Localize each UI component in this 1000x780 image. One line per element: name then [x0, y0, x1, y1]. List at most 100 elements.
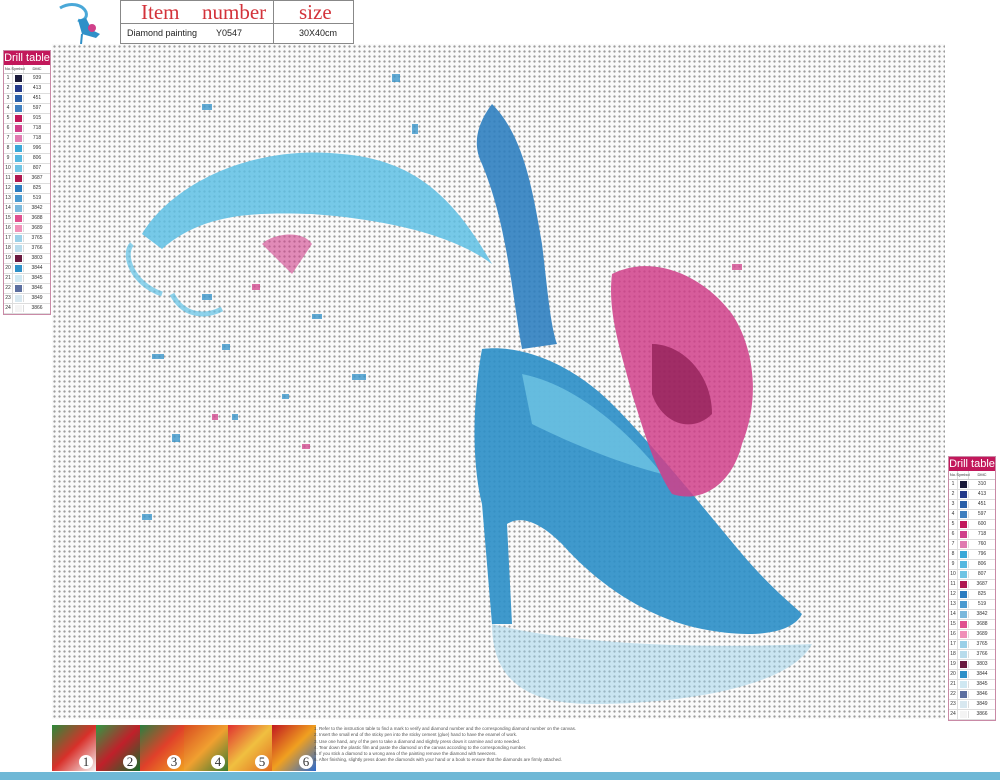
drill-code: 3766 — [31, 245, 43, 251]
drill-number: 3 — [949, 500, 958, 509]
drill-number: 22 — [4, 284, 13, 293]
drill-row: 5 600 — [949, 520, 995, 530]
drill-color-swatch-icon — [14, 305, 22, 312]
drill-code: 806 — [977, 561, 987, 567]
drill-symbol — [958, 531, 969, 538]
drill-color-swatch-icon — [14, 105, 22, 112]
drill-row: 8 796 — [949, 550, 995, 560]
drill-number: 22 — [949, 690, 958, 699]
drill-row: 7 760 — [949, 540, 995, 550]
drill-row: 12 825 — [4, 184, 50, 194]
size-value: 30X40cm — [299, 28, 338, 38]
drill-code: 3765 — [976, 641, 988, 647]
drill-number: 6 — [4, 124, 13, 133]
drill-code: 3845 — [976, 681, 988, 687]
drill-table-right: Drill table No. Symbol DMC 1 310 2 413 3 451 4… — [948, 456, 996, 721]
drill-row: 1 939 — [4, 74, 50, 84]
drill-symbol — [13, 285, 24, 292]
step-number: 2 — [123, 755, 137, 769]
drill-symbol — [958, 631, 969, 638]
step-number: 6 — [299, 755, 313, 769]
drill-code: 796 — [977, 551, 987, 557]
splash-curl — [125, 242, 224, 317]
drill-code: 451 — [32, 95, 42, 101]
drill-symbol — [13, 245, 24, 252]
drill-code: 3689 — [31, 225, 43, 231]
drill-symbol — [13, 225, 24, 232]
drill-color-swatch-icon — [14, 135, 22, 142]
drill-table-header: No. Symbol DMC — [4, 65, 50, 74]
drill-code: 3866 — [31, 305, 43, 311]
drill-color-swatch-icon — [14, 155, 22, 162]
drill-color-swatch-icon — [14, 175, 22, 182]
drill-code: 3866 — [976, 711, 988, 717]
splash-drops — [142, 74, 418, 520]
drill-row: 3 451 — [949, 500, 995, 510]
drill-color-swatch-icon — [959, 651, 967, 658]
drill-color-swatch-icon — [959, 531, 967, 538]
drill-number: 19 — [949, 660, 958, 669]
drill-symbol — [958, 501, 969, 508]
drill-row: 19 3803 — [949, 660, 995, 670]
drill-color-swatch-icon — [14, 165, 22, 172]
drill-row: 20 3844 — [4, 264, 50, 274]
drill-symbol — [958, 571, 969, 578]
drill-color-swatch-icon — [959, 601, 967, 608]
drill-number: 9 — [949, 560, 958, 569]
drill-symbol — [958, 481, 969, 488]
pink-splash — [262, 234, 312, 274]
drill-color-swatch-icon — [959, 641, 967, 648]
drill-color-swatch-icon — [14, 115, 22, 122]
drill-row: 17 3765 — [949, 640, 995, 650]
drill-color-swatch-icon — [14, 195, 22, 202]
drill-number: 20 — [4, 264, 13, 273]
drill-row: 7 718 — [4, 134, 50, 144]
drill-number: 4 — [4, 104, 13, 113]
drill-code: 939 — [32, 75, 42, 81]
drill-number: 11 — [949, 580, 958, 589]
drill-row: 21 3845 — [4, 274, 50, 284]
drill-row: 15 3688 — [4, 214, 50, 224]
drill-number: 17 — [4, 234, 13, 243]
drill-symbol — [958, 551, 969, 558]
drill-row: 4 597 — [949, 510, 995, 520]
drill-table-title: Drill table — [949, 457, 995, 471]
drill-number: 23 — [4, 294, 13, 303]
drill-color-swatch-icon — [14, 85, 22, 92]
drill-number: 20 — [949, 670, 958, 679]
drill-row: 11 3687 — [949, 580, 995, 590]
drill-code: 760 — [977, 541, 987, 547]
drill-row: 13 519 — [949, 600, 995, 610]
drill-number: 13 — [949, 600, 958, 609]
drill-number: 21 — [4, 274, 13, 283]
drill-number: 23 — [949, 700, 958, 709]
drill-row: 23 3849 — [949, 700, 995, 710]
drill-symbol — [13, 205, 24, 212]
drill-code: 3687 — [31, 175, 43, 181]
drill-color-swatch-icon — [14, 295, 22, 302]
drill-row: 11 3687 — [4, 174, 50, 184]
drill-symbol — [958, 561, 969, 568]
drill-symbol — [958, 591, 969, 598]
drill-number: 21 — [949, 680, 958, 689]
drill-row: 2 413 — [949, 490, 995, 500]
drill-row: 8 996 — [4, 144, 50, 154]
drill-row: 3 451 — [4, 94, 50, 104]
drill-code: 451 — [977, 501, 987, 507]
col-dmc: DMC — [32, 66, 42, 71]
drill-code: 718 — [977, 531, 987, 537]
drill-code: 3766 — [976, 651, 988, 657]
drill-number: 15 — [4, 214, 13, 223]
drill-color-swatch-icon — [14, 265, 22, 272]
drill-code: 825 — [32, 185, 42, 191]
drill-number: 4 — [949, 510, 958, 519]
drill-code: 519 — [32, 195, 42, 201]
drill-code: 310 — [977, 481, 987, 487]
drill-row: 18 3766 — [949, 650, 995, 660]
drill-color-swatch-icon — [959, 481, 967, 488]
drill-number: 1 — [949, 480, 958, 489]
table-divider — [273, 1, 274, 43]
size-header: size — [299, 0, 332, 24]
drill-table-title: Drill table — [4, 51, 50, 65]
drill-code: 519 — [977, 601, 987, 607]
